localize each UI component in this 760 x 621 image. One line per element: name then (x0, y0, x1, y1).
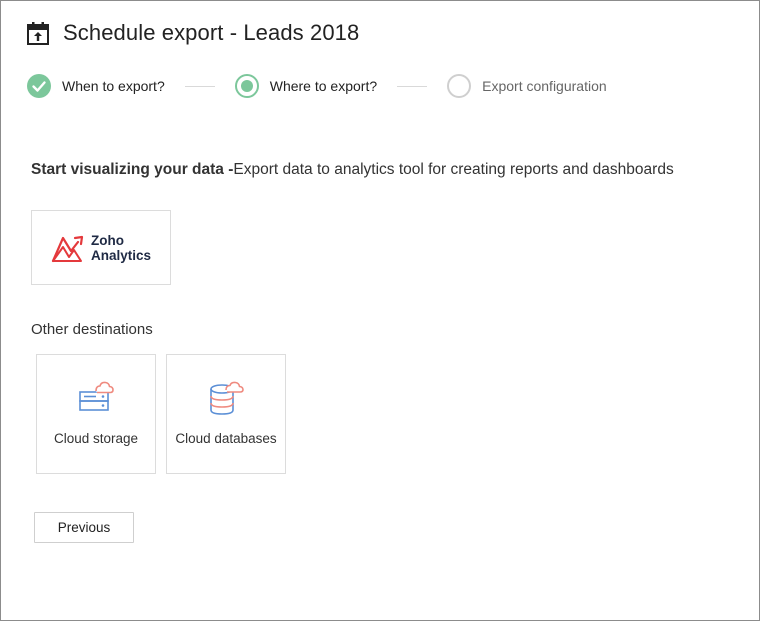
brand-line-2: Analytics (90, 247, 152, 263)
step-label: Where to export? (269, 78, 378, 94)
intro-description: Export data to analytics tool for creati… (233, 161, 674, 178)
zoho-analytics-card[interactable]: Zoho Analytics (31, 210, 171, 285)
intro-heading: Start visualizing your data - (31, 161, 234, 178)
page-title: Schedule export - Leads 2018 (63, 20, 360, 45)
step-pending-circle-icon (447, 74, 472, 98)
calendar-upload-icon (27, 21, 49, 45)
step-active-radio-icon (234, 74, 259, 98)
export-stepper: When to export? Where to export? Export … (27, 73, 607, 99)
dialog-header: Schedule export - Leads 2018 (27, 20, 359, 46)
cloud-storage-label: Cloud storage (53, 431, 139, 446)
cloud-databases-card[interactable]: Cloud databases (166, 354, 286, 474)
zoho-analytics-logo-icon (51, 235, 84, 262)
intro-text: Start visualizing your data -Export data… (31, 161, 674, 179)
step-connector (184, 85, 215, 87)
cloud-storage-icon (76, 379, 116, 419)
export-dialog: Schedule export - Leads 2018 When to exp… (0, 0, 760, 621)
step-done-check-icon (27, 74, 51, 98)
cloud-databases-label: Cloud databases (175, 431, 277, 446)
zoho-analytics-logo: Zoho Analytics (51, 233, 151, 263)
other-destinations-heading: Other destinations (31, 321, 153, 338)
step-label: When to export? (62, 78, 165, 94)
brand-line-1: Zoho (90, 232, 124, 248)
step-label: Export configuration (482, 78, 607, 94)
step-when-to-export[interactable]: When to export? (27, 74, 165, 98)
previous-button[interactable]: Previous (34, 512, 134, 543)
step-export-configuration[interactable]: Export configuration (447, 74, 607, 98)
step-where-to-export[interactable]: Where to export? (234, 74, 378, 98)
cloud-storage-card[interactable]: Cloud storage (36, 354, 156, 474)
step-connector (397, 85, 428, 87)
cloud-database-icon (206, 379, 246, 419)
zoho-analytics-wordmark: Zoho Analytics (91, 233, 151, 263)
